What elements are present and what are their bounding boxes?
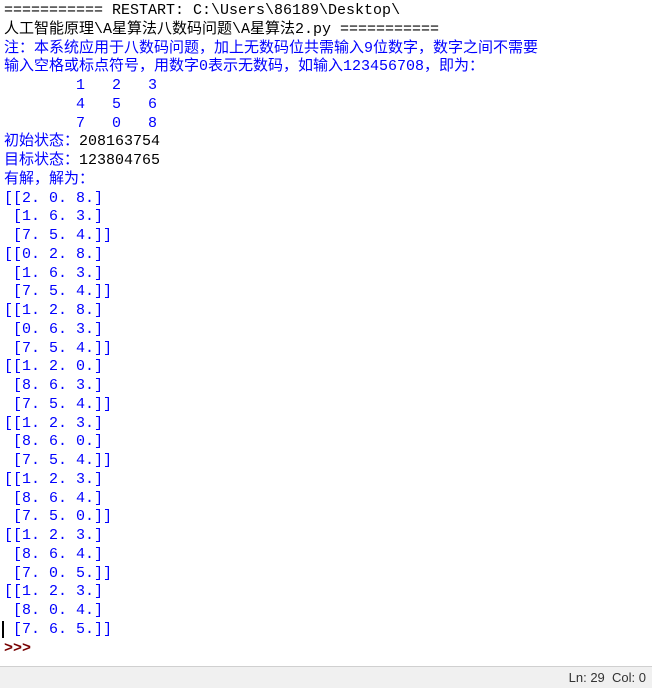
solution-matrix-row: [8. 6. 0.] — [4, 433, 648, 452]
solution-matrix-row: [7. 5. 4.]] — [4, 283, 648, 302]
solution-matrix-row: [7. 5. 4.]] — [4, 396, 648, 415]
solution-matrix-row: [7. 5. 0.]] — [4, 508, 648, 527]
solution-matrix-row: [[0. 2. 8.] — [4, 246, 648, 265]
idle-console[interactable]: =========== RESTART: C:\Users\86189\Desk… — [0, 0, 652, 666]
example-grid-row: 1 2 3 — [4, 77, 648, 96]
solution-matrix-row: [1. 6. 3.] — [4, 208, 648, 227]
initial-state-line: 初始状态：208163754 — [4, 133, 648, 152]
target-state-line: 目标状态：123804765 — [4, 152, 648, 171]
line-number-indicator: Ln: 29 — [569, 670, 605, 685]
text-cursor — [2, 621, 4, 638]
solution-matrix-row: [8. 6. 3.] — [4, 377, 648, 396]
initial-state-value: 208163754 — [79, 133, 160, 150]
solution-matrix-row: [7. 5. 4.]] — [4, 452, 648, 471]
solution-matrix-row: [7. 6. 5.]] — [4, 621, 648, 640]
column-number-indicator: Col: 0 — [612, 670, 646, 685]
usage-note-cont: 输入空格或标点符号，用数字0表示无数码，如输入123456708，即为： — [4, 58, 648, 77]
restart-banner-cont: 人工智能原理\A星算法八数码问题\A星算法2.py =========== — [4, 21, 648, 40]
solution-matrix-row: [0. 6. 3.] — [4, 321, 648, 340]
example-grid-row: 4 5 6 — [4, 96, 648, 115]
example-grid-row: 7 0 8 — [4, 115, 648, 134]
python-prompt[interactable]: >>> — [4, 640, 648, 659]
status-bar: Ln: 29 Col: 0 — [0, 666, 652, 688]
solution-matrix-row: [[1. 2. 8.] — [4, 302, 648, 321]
target-state-value: 123804765 — [79, 152, 160, 169]
solution-matrix-row: [[1. 2. 3.] — [4, 527, 648, 546]
solution-matrix-row: [[2. 0. 8.] — [4, 190, 648, 209]
solution-matrix-row: [[1. 2. 3.] — [4, 471, 648, 490]
solution-matrix-row: [[1. 2. 3.] — [4, 415, 648, 434]
solution-matrix-row: [7. 5. 4.]] — [4, 227, 648, 246]
solution-matrix-row: [8. 0. 4.] — [4, 602, 648, 621]
solution-matrix-row: [8. 6. 4.] — [4, 546, 648, 565]
solution-matrix-row: [1. 6. 3.] — [4, 265, 648, 284]
target-state-label: 目标状态： — [4, 152, 79, 169]
solution-matrix-row: [7. 0. 5.]] — [4, 565, 648, 584]
usage-note: 注：本系统应用于八数码问题，加上无数码位共需输入9位数字，数字之间不需要 — [4, 40, 648, 59]
solution-matrix-row: [7. 5. 4.]] — [4, 340, 648, 359]
solution-matrix-row: [[1. 2. 0.] — [4, 358, 648, 377]
status-separator — [605, 670, 612, 685]
solution-matrix-row: [[1. 2. 3.] — [4, 583, 648, 602]
restart-banner: =========== RESTART: C:\Users\86189\Desk… — [4, 2, 648, 21]
initial-state-label: 初始状态： — [4, 133, 79, 150]
solution-header: 有解，解为： — [4, 171, 648, 190]
solution-matrix-row: [8. 6. 4.] — [4, 490, 648, 509]
